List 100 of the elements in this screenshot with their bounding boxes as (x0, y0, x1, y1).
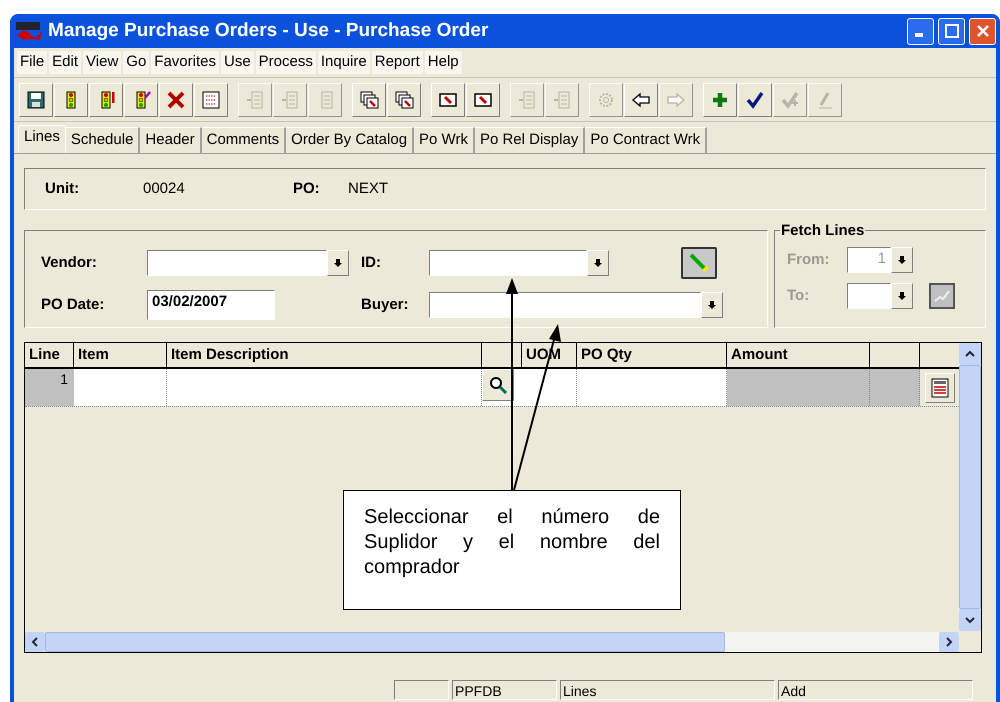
dropdown-button[interactable] (891, 283, 913, 309)
table-cell[interactable] (522, 369, 577, 406)
tab[interactable]: Comments (202, 127, 286, 153)
menu-item[interactable]: Help (424, 51, 462, 74)
windows-up-button[interactable] (387, 82, 421, 116)
traffic-light-edit-button[interactable] (124, 82, 158, 116)
horizontal-scrollbar[interactable] (25, 632, 959, 652)
windows-icon (394, 90, 414, 110)
document-icon (931, 378, 949, 398)
column-header: PO Qty (581, 344, 632, 365)
unit-value: 00024 (143, 178, 186, 199)
dropdown-button[interactable] (587, 250, 609, 276)
floppy-icon (26, 90, 46, 110)
windows-down-button[interactable] (352, 82, 386, 116)
scroll-thumb[interactable] (959, 365, 981, 609)
minimize-button[interactable] (907, 18, 934, 44)
menu-item[interactable]: Edit (49, 51, 82, 74)
graph-button[interactable] (929, 283, 955, 309)
windows-icon (359, 90, 379, 110)
search-icon (488, 375, 508, 395)
table-cell[interactable] (167, 369, 482, 406)
save-check-button[interactable] (738, 82, 772, 116)
back-button[interactable] (624, 82, 658, 116)
status-segment (394, 680, 449, 700)
line-number-cell: 1 (25, 369, 74, 406)
table-cell[interactable] (577, 369, 727, 406)
tab[interactable]: Po Wrk (414, 127, 475, 153)
menu-item[interactable]: Favorites (151, 51, 219, 74)
tab[interactable]: Lines (18, 125, 66, 153)
menu-item[interactable]: Report (372, 51, 423, 74)
add-button[interactable] (703, 82, 737, 116)
annotation-box: Seleccionar el número de Suplidor y el nombre del comprador (343, 490, 681, 610)
line-chart-icon (934, 289, 950, 303)
po-label: PO: (293, 178, 321, 199)
left-chevron-icon (30, 637, 40, 647)
app-logo-icon (14, 20, 44, 42)
from-label: From: (787, 250, 830, 270)
save-button[interactable] (19, 82, 53, 116)
to-label: To: (787, 286, 810, 306)
buyer-field[interactable] (429, 292, 701, 318)
column-header: Line (29, 344, 60, 365)
scroll-down-button[interactable] (959, 609, 981, 631)
window-title: Manage Purchase Orders - Use - Purchase Order (48, 18, 488, 43)
dropdown-button[interactable] (327, 250, 349, 276)
traffic-light-alert-button[interactable] (89, 82, 123, 116)
id-field[interactable] (429, 250, 587, 276)
list-icon (201, 90, 221, 110)
rows-icon (552, 90, 572, 110)
page-down-button[interactable] (431, 82, 465, 116)
down-arrow-icon (897, 255, 907, 265)
vendor-field[interactable] (147, 250, 327, 276)
tab[interactable]: Po Rel Display (474, 127, 586, 153)
status-segment: Lines (560, 680, 775, 700)
table-cell[interactable] (870, 369, 920, 406)
menu-item[interactable]: Go (123, 51, 150, 74)
rows-icon (245, 90, 265, 110)
tab[interactable]: Schedule (66, 127, 140, 153)
close-button[interactable] (969, 18, 996, 44)
menu-item[interactable]: Process (256, 51, 316, 74)
details-button[interactable] (925, 372, 955, 402)
flashlight-icon (687, 251, 711, 275)
column-header: Item Description (171, 344, 289, 365)
status-segment: PPFDB (452, 680, 557, 700)
search-button[interactable] (482, 369, 514, 401)
checkmark-icon (745, 90, 765, 110)
menu-item[interactable]: View (83, 51, 122, 74)
down-arrow-icon (593, 258, 603, 268)
maximize-button[interactable] (938, 18, 965, 44)
column-header: Item (78, 344, 109, 365)
tab[interactable]: Header (140, 127, 202, 153)
scroll-thumb[interactable] (45, 632, 725, 652)
po-value: NEXT (348, 178, 388, 199)
list-button[interactable] (194, 82, 228, 116)
checkmark-plus-icon (780, 90, 800, 110)
vertical-scrollbar[interactable] (959, 343, 981, 631)
buyer-label: Buyer: (361, 294, 410, 315)
scroll-left-button[interactable] (25, 632, 45, 652)
po-date-field[interactable]: 03/02/2007 (147, 290, 275, 320)
dropdown-button[interactable] (701, 292, 723, 318)
down-chevron-icon (965, 615, 975, 625)
down-arrow-icon (333, 258, 343, 268)
table-cell[interactable] (727, 369, 870, 406)
scroll-up-button[interactable] (959, 343, 981, 365)
menu-item[interactable]: Use (220, 51, 254, 74)
traffic-light-button[interactable] (54, 82, 88, 116)
menu-item[interactable]: Inquire (318, 51, 370, 74)
scroll-right-button[interactable] (939, 632, 959, 652)
fetch-button[interactable] (681, 247, 717, 279)
tab[interactable]: Order By Catalog (286, 127, 414, 153)
down-arrow-icon (707, 300, 717, 310)
page-up-button[interactable] (466, 82, 500, 116)
tab[interactable]: Po Contract Wrk (585, 127, 708, 153)
to-field[interactable] (847, 283, 891, 309)
table-cell[interactable] (74, 369, 167, 406)
down-arrow-icon (897, 291, 907, 301)
menu-item[interactable]: File (17, 51, 48, 74)
right-chevron-icon (944, 637, 954, 647)
rows-icon (280, 90, 300, 110)
delete-button[interactable] (159, 82, 193, 116)
minimize-icon (914, 33, 922, 37)
